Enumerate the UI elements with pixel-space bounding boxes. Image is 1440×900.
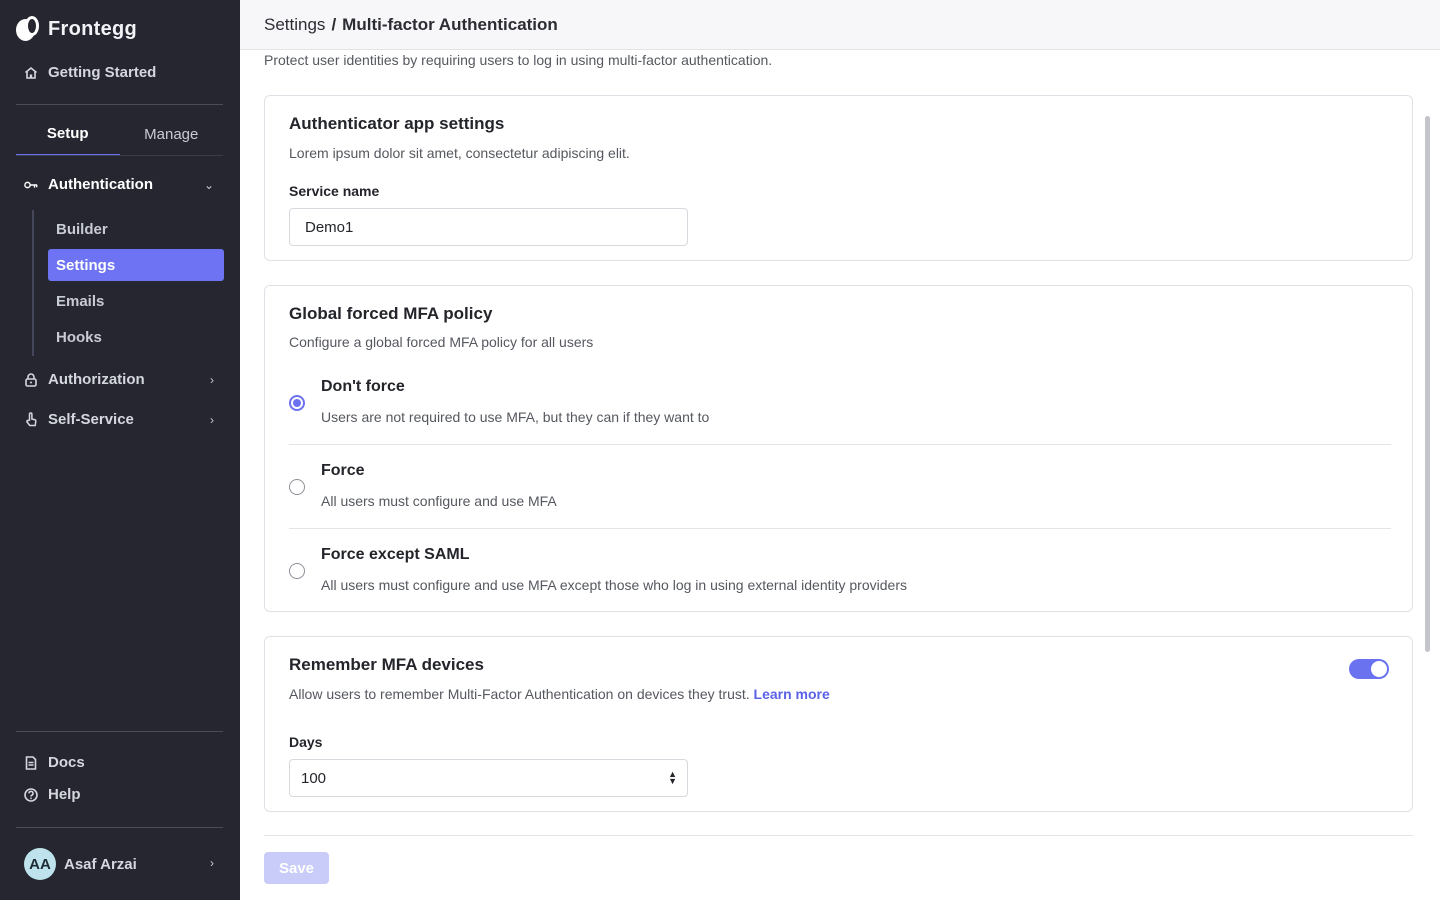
chevron-down-icon[interactable]: ⌄ bbox=[204, 178, 214, 192]
sidebar: Frontegg Getting Started Setup Manage Au… bbox=[0, 0, 240, 900]
page-title: Multi-factor Authentication bbox=[342, 14, 558, 34]
save-button[interactable]: Save bbox=[264, 852, 329, 884]
sidebar-divider bbox=[16, 731, 223, 732]
sidebar-item-emails[interactable]: Emails bbox=[48, 285, 224, 317]
policy-option-force-except-saml[interactable]: Force except SAML All users must configu… bbox=[289, 546, 1391, 604]
chevron-right-icon[interactable]: › bbox=[210, 856, 214, 870]
sidebar-item-hooks[interactable]: Hooks bbox=[48, 321, 224, 353]
card-title: Authenticator app settings bbox=[289, 114, 505, 133]
breadcrumb-separator: / bbox=[331, 14, 337, 34]
scrollbar[interactable] bbox=[1425, 116, 1430, 652]
sidebar-divider bbox=[16, 104, 223, 105]
page-description: Protect user identities by requiring use… bbox=[264, 52, 773, 68]
option-description: All users must configure and use MFA bbox=[321, 493, 557, 509]
radio-button[interactable] bbox=[289, 479, 305, 495]
document-icon bbox=[24, 755, 38, 770]
sidebar-item-label: Getting Started bbox=[48, 64, 157, 81]
avatar: AA bbox=[24, 848, 56, 880]
sidebar-item-settings[interactable]: Settings bbox=[48, 249, 224, 281]
breadcrumb: Settings / Multi-factor Authentication bbox=[240, 0, 1440, 50]
learn-more-link[interactable]: Learn more bbox=[754, 686, 830, 702]
service-name-input[interactable] bbox=[289, 208, 688, 246]
user-name: Asaf Arzai bbox=[64, 855, 137, 873]
sidebar-item-label: Help bbox=[48, 786, 81, 803]
sidebar-item-docs[interactable]: Docs bbox=[24, 754, 85, 771]
option-divider bbox=[289, 528, 1391, 529]
frontegg-logo-icon bbox=[16, 16, 40, 42]
sidebar-item-label: Authentication bbox=[48, 176, 153, 193]
card-subtitle: Allow users to remember Multi-Factor Aut… bbox=[289, 686, 830, 702]
sidebar-divider bbox=[16, 827, 223, 828]
home-icon bbox=[24, 66, 38, 80]
card-title: Global forced MFA policy bbox=[289, 304, 493, 323]
sidebar-item-authorization[interactable]: Authorization bbox=[24, 371, 145, 388]
key-icon bbox=[24, 178, 38, 192]
tab-setup[interactable]: Setup bbox=[16, 112, 120, 156]
select-arrows-icon: ▲ ▼ bbox=[668, 769, 677, 786]
sidebar-item-help[interactable]: Help bbox=[24, 786, 81, 803]
brand-name: Frontegg bbox=[48, 17, 138, 40]
card-subtitle: Configure a global forced MFA policy for… bbox=[289, 334, 594, 350]
card-subtitle: Lorem ipsum dolor sit amet, consectetur … bbox=[289, 145, 630, 161]
days-label: Days bbox=[289, 734, 323, 750]
mfa-policy-card: Global forced MFA policy Configure a glo… bbox=[264, 285, 1413, 612]
footer-divider bbox=[264, 835, 1413, 836]
sidebar-item-label: Docs bbox=[48, 754, 85, 771]
remember-description: Allow users to remember Multi-Factor Aut… bbox=[289, 686, 750, 702]
chevron-right-icon[interactable]: › bbox=[210, 413, 214, 427]
days-value: 100 bbox=[301, 769, 327, 787]
remember-mfa-devices-card: Remember MFA devices Allow users to reme… bbox=[264, 636, 1413, 812]
sidebar-item-builder[interactable]: Builder bbox=[48, 213, 224, 245]
sidebar-item-authentication[interactable]: Authentication bbox=[24, 176, 153, 193]
option-title: Don't force bbox=[321, 378, 405, 395]
service-name-label: Service name bbox=[289, 183, 380, 199]
tab-manage[interactable]: Manage bbox=[120, 112, 224, 156]
card-title: Remember MFA devices bbox=[289, 655, 484, 674]
sidebar-item-getting-started[interactable]: Getting Started bbox=[24, 64, 156, 81]
sidebar-item-self-service[interactable]: Self-Service bbox=[24, 411, 134, 428]
option-title: Force except SAML bbox=[321, 546, 470, 563]
option-divider bbox=[289, 444, 1391, 445]
radio-button[interactable] bbox=[289, 395, 305, 411]
days-select[interactable]: 100 ▲ ▼ bbox=[289, 759, 688, 797]
sidebar-tabs: Setup Manage bbox=[16, 112, 223, 156]
hand-icon bbox=[24, 412, 38, 427]
breadcrumb-settings[interactable]: Settings bbox=[264, 15, 325, 35]
main-content: Protect user identities by requiring use… bbox=[240, 50, 1440, 900]
option-description: All users must configure and use MFA exc… bbox=[321, 577, 907, 593]
help-circle-icon bbox=[24, 787, 38, 802]
frontegg-logo[interactable]: Frontegg bbox=[16, 16, 137, 42]
sidebar-item-label: Authorization bbox=[48, 371, 145, 388]
remember-devices-toggle[interactable] bbox=[1349, 659, 1389, 679]
submenu-guide-line bbox=[32, 210, 34, 356]
radio-button[interactable] bbox=[289, 563, 305, 579]
option-title: Force bbox=[321, 462, 365, 479]
option-description: Users are not required to use MFA, but t… bbox=[321, 409, 710, 425]
policy-option-dont-force[interactable]: Don't force Users are not required to us… bbox=[289, 378, 1391, 436]
chevron-right-icon[interactable]: › bbox=[210, 373, 214, 387]
user-profile[interactable]: AA Asaf Arzai bbox=[24, 848, 137, 880]
authenticator-settings-card: Authenticator app settings Lorem ipsum d… bbox=[264, 95, 1413, 261]
lock-icon bbox=[24, 372, 38, 387]
tabs-divider bbox=[16, 155, 223, 156]
sidebar-item-label: Self-Service bbox=[48, 411, 134, 428]
policy-option-force[interactable]: Force All users must configure and use M… bbox=[289, 462, 1391, 520]
